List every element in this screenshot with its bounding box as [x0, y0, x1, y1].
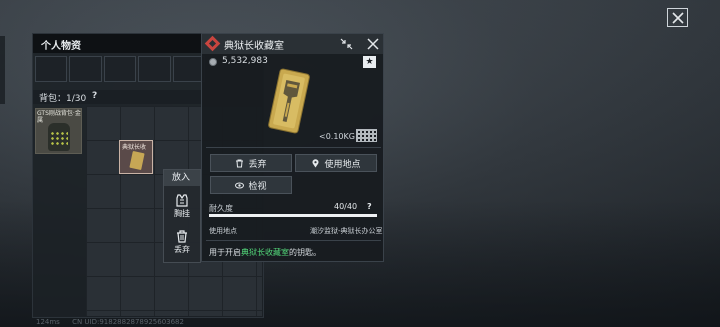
close-icon[interactable]: [366, 37, 380, 51]
location-label: 使用地点: [209, 227, 237, 235]
put-in-vest-button[interactable]: 胸挂: [164, 194, 200, 224]
bag-capacity-bar: 背包：1/30 ?: [33, 90, 203, 104]
durability-help-icon[interactable]: ?: [367, 202, 372, 211]
durability-bar: [209, 214, 377, 217]
discard-label: 丢弃: [174, 245, 190, 254]
item-description: 用于开启典狱长收藏室的钥匙。: [209, 247, 321, 258]
vest-icon: [176, 194, 188, 207]
item-detail-panel: 典狱长收藏室 5,532,983 ★ <0.10KG 丢弃 使用地点 检视 耐久…: [201, 33, 384, 262]
put-in-vest-label: 胸挂: [174, 209, 190, 218]
bag-capacity-label: 背包：1/30: [39, 94, 87, 104]
inspect-icon: [235, 182, 245, 188]
backpack-pattern: [50, 131, 68, 145]
user-uid: CN UID:9182882878925603682: [72, 318, 184, 326]
backpack-item[interactable]: GTS刚战背包·金属: [35, 108, 82, 154]
keycard-image: [268, 68, 310, 134]
context-menu-title: 放入: [164, 170, 200, 186]
description-prefix: 用于开启: [209, 248, 241, 257]
use-location-button[interactable]: 使用地点: [295, 154, 377, 172]
durability-label: 耐久度: [209, 204, 233, 213]
trash-icon: [236, 159, 244, 167]
coin-icon: [209, 58, 217, 66]
keycard-item[interactable]: 典狱长收: [119, 140, 153, 174]
discard-button[interactable]: 丢弃: [164, 230, 200, 260]
equipment-slot[interactable]: [69, 56, 102, 82]
divider: [206, 147, 381, 148]
inspect-button-label: 检视: [248, 181, 267, 192]
durability-bar-fill: [209, 214, 377, 217]
status-footer: 124ms CN UID:9182882878925603682: [36, 318, 194, 326]
location-pin-icon: [312, 158, 319, 167]
detail-header: 典狱长收藏室: [202, 34, 383, 54]
durability-value: 40/40: [334, 202, 358, 211]
trash-icon: [177, 230, 187, 243]
use-location-button-label: 使用地点: [324, 159, 361, 170]
description-highlight: 典狱长收藏室: [241, 248, 289, 257]
item-price: 5,532,983: [222, 56, 268, 66]
context-menu: 放入 胸挂 丢弃: [163, 169, 201, 263]
item-weight: <0.10KG: [319, 132, 355, 141]
left-edge-panel: [0, 36, 5, 104]
equipment-slot[interactable]: [35, 56, 68, 82]
discard-button[interactable]: 丢弃: [210, 154, 292, 172]
ping-value: 124ms: [36, 318, 60, 326]
inventory-title: 个人物资: [41, 41, 81, 52]
item-title: 典狱长收藏室: [224, 41, 284, 52]
collapse-icon[interactable]: [340, 38, 353, 50]
divider: [206, 240, 381, 241]
description-suffix: 的钥匙。: [289, 248, 321, 257]
close-icon[interactable]: [667, 8, 688, 27]
item-size-grid-icon: [356, 129, 377, 142]
equipment-slots: [35, 56, 206, 82]
discard-button-label: 丢弃: [248, 159, 267, 170]
keycard-icon: [129, 150, 145, 171]
location-value: 潮汐监狱-典狱长办公室: [310, 227, 383, 235]
inspect-button[interactable]: 检视: [210, 176, 292, 194]
equipment-slot[interactable]: [138, 56, 171, 82]
keycard-item-label: 典狱长收: [122, 144, 147, 151]
bag-help-icon[interactable]: ?: [92, 91, 97, 101]
backpack-item-label: GTS刚战背包·金属: [37, 110, 81, 124]
favorite-star-icon[interactable]: ★: [363, 56, 376, 68]
equipment-slot[interactable]: [103, 56, 137, 82]
item-rarity-icon: [204, 35, 221, 52]
